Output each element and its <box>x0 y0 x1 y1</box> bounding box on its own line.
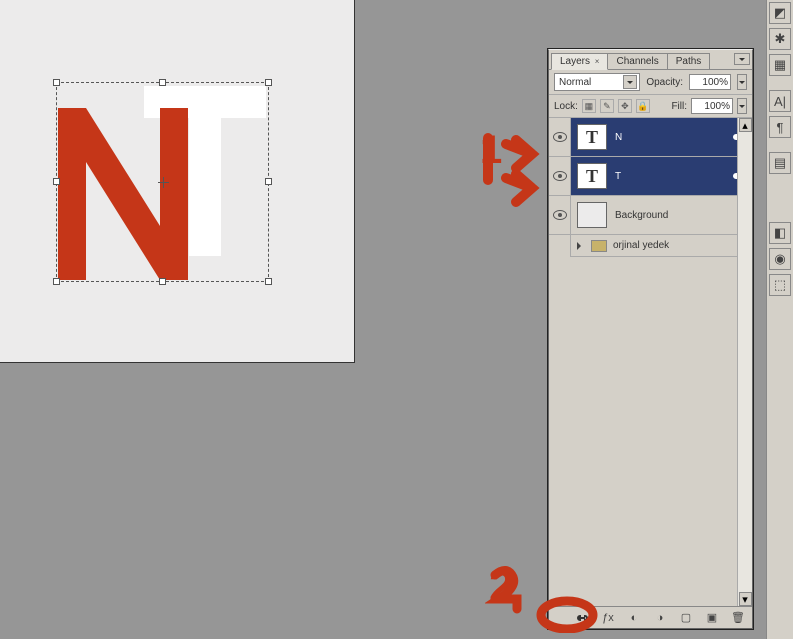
visibility-toggle[interactable] <box>549 157 571 195</box>
opacity-label: Opacity: <box>646 77 683 88</box>
layer-mask-button[interactable]: ◐ <box>624 610 644 626</box>
layer-style-button[interactable]: ƒx <box>598 610 618 626</box>
fill-arrow-icon[interactable] <box>737 98 747 114</box>
tab-paths-label: Paths <box>676 56 702 67</box>
transform-handle-se[interactable] <box>265 278 272 285</box>
group-name[interactable]: orjinal yedek <box>613 240 746 251</box>
text-layer-thumb-icon: T <box>577 163 607 189</box>
lock-all-icon[interactable]: 🔒 <box>636 99 650 113</box>
histogram-panel-icon[interactable]: ✱ <box>769 28 791 50</box>
transform-center-icon[interactable] <box>158 177 169 188</box>
layer-group-row[interactable]: orjinal yedek <box>549 235 752 257</box>
lock-transparency-icon[interactable]: ▦ <box>582 99 596 113</box>
layer-row[interactable]: T T <box>549 157 752 196</box>
panel-tabs: Layers × Channels Paths <box>549 50 752 70</box>
layer-name[interactable]: Background <box>615 210 746 221</box>
new-layer-button[interactable]: ▣ <box>702 610 722 626</box>
layer-row[interactable]: Background <box>549 196 752 235</box>
blend-mode-value: Normal <box>559 77 591 88</box>
character-panel-icon[interactable]: A| <box>769 90 791 112</box>
right-toolbar: ◩ ✱ ▦ A| ¶ ▤ ◧ ◉ ⬚ <box>766 0 793 639</box>
lock-label: Lock: <box>554 101 578 112</box>
layers-panel-icon[interactable]: ▤ <box>769 152 791 174</box>
layer-row[interactable]: T N <box>549 118 752 157</box>
text-layer-thumb-icon: T <box>577 124 607 150</box>
layer-name[interactable]: N <box>615 132 722 143</box>
transform-handle-ne[interactable] <box>265 79 272 86</box>
tab-channels[interactable]: Channels <box>607 53 667 69</box>
layers-panel-footer: ƒx ◐ ◑ ▢ ▣ 🗑 <box>549 606 752 628</box>
fill-input[interactable]: 100% <box>691 98 733 114</box>
close-tab-icon[interactable]: × <box>595 57 600 66</box>
folder-icon <box>591 240 607 252</box>
tab-layers[interactable]: Layers × <box>551 53 608 70</box>
tab-paths[interactable]: Paths <box>667 53 711 69</box>
transform-handle-e[interactable] <box>265 178 272 185</box>
adjustment-layer-button[interactable]: ◑ <box>650 610 670 626</box>
transform-handle-n[interactable] <box>159 79 166 86</box>
delete-layer-button[interactable]: 🗑 <box>728 610 748 626</box>
layer-list: T N T T <box>549 118 752 606</box>
transform-handle-w[interactable] <box>53 178 60 185</box>
disclosure-triangle-icon[interactable] <box>577 242 585 250</box>
scroll-down-icon[interactable]: ▾ <box>739 592 752 606</box>
new-group-button[interactable]: ▢ <box>676 610 696 626</box>
tab-layers-label: Layers <box>560 56 590 67</box>
lock-pixels-icon[interactable]: ✎ <box>600 99 614 113</box>
annotation-one-label: 1 <box>480 128 502 173</box>
layer-name[interactable]: T <box>615 171 722 182</box>
tab-channels-label: Channels <box>616 56 658 67</box>
visibility-toggle[interactable] <box>549 196 571 234</box>
fill-value: 100% <box>704 101 730 112</box>
fill-label: Fill: <box>671 101 687 112</box>
link-layers-button[interactable] <box>572 610 592 626</box>
raster-layer-thumb <box>577 202 607 228</box>
blend-mode-select[interactable]: Normal <box>554 73 640 91</box>
layers-scrollbar[interactable]: ▴ ▾ <box>737 118 752 606</box>
actions-panel-icon[interactable]: ⬚ <box>769 274 791 296</box>
annotation-one <box>468 130 548 210</box>
chevron-down-icon <box>623 75 637 89</box>
document-canvas[interactable] <box>0 0 355 363</box>
opacity-value: 100% <box>702 77 728 88</box>
info-panel-icon[interactable]: ▦ <box>769 54 791 76</box>
eye-icon <box>553 132 567 142</box>
paragraph-panel-icon[interactable]: ¶ <box>769 116 791 138</box>
transform-bounding-box[interactable] <box>56 82 269 282</box>
transform-handle-sw[interactable] <box>53 278 60 285</box>
scroll-track[interactable] <box>738 132 752 592</box>
transform-handle-s[interactable] <box>159 278 166 285</box>
visibility-toggle[interactable] <box>549 235 571 257</box>
opacity-arrow-icon[interactable] <box>737 74 747 90</box>
styles-panel-icon[interactable]: ◧ <box>769 222 791 244</box>
scroll-up-icon[interactable]: ▴ <box>739 118 752 132</box>
lock-position-icon[interactable]: ✥ <box>618 99 632 113</box>
panel-lock-row: Lock: ▦ ✎ ✥ 🔒 Fill: 100% <box>549 95 752 118</box>
opacity-input[interactable]: 100% <box>689 74 731 90</box>
panel-menu-button[interactable] <box>734 53 750 65</box>
annotation-two-label: 2 <box>489 562 513 612</box>
eye-icon <box>553 210 567 220</box>
transform-handle-nw[interactable] <box>53 79 60 86</box>
eye-icon <box>553 171 567 181</box>
navigator-panel-icon[interactable]: ◩ <box>769 2 791 24</box>
layers-panel: Layers × Channels Paths Normal Opacity: … <box>548 49 753 629</box>
visibility-toggle[interactable] <box>549 118 571 156</box>
swatches-panel-icon[interactable]: ◉ <box>769 248 791 270</box>
panel-blend-row: Normal Opacity: 100% <box>549 70 752 95</box>
